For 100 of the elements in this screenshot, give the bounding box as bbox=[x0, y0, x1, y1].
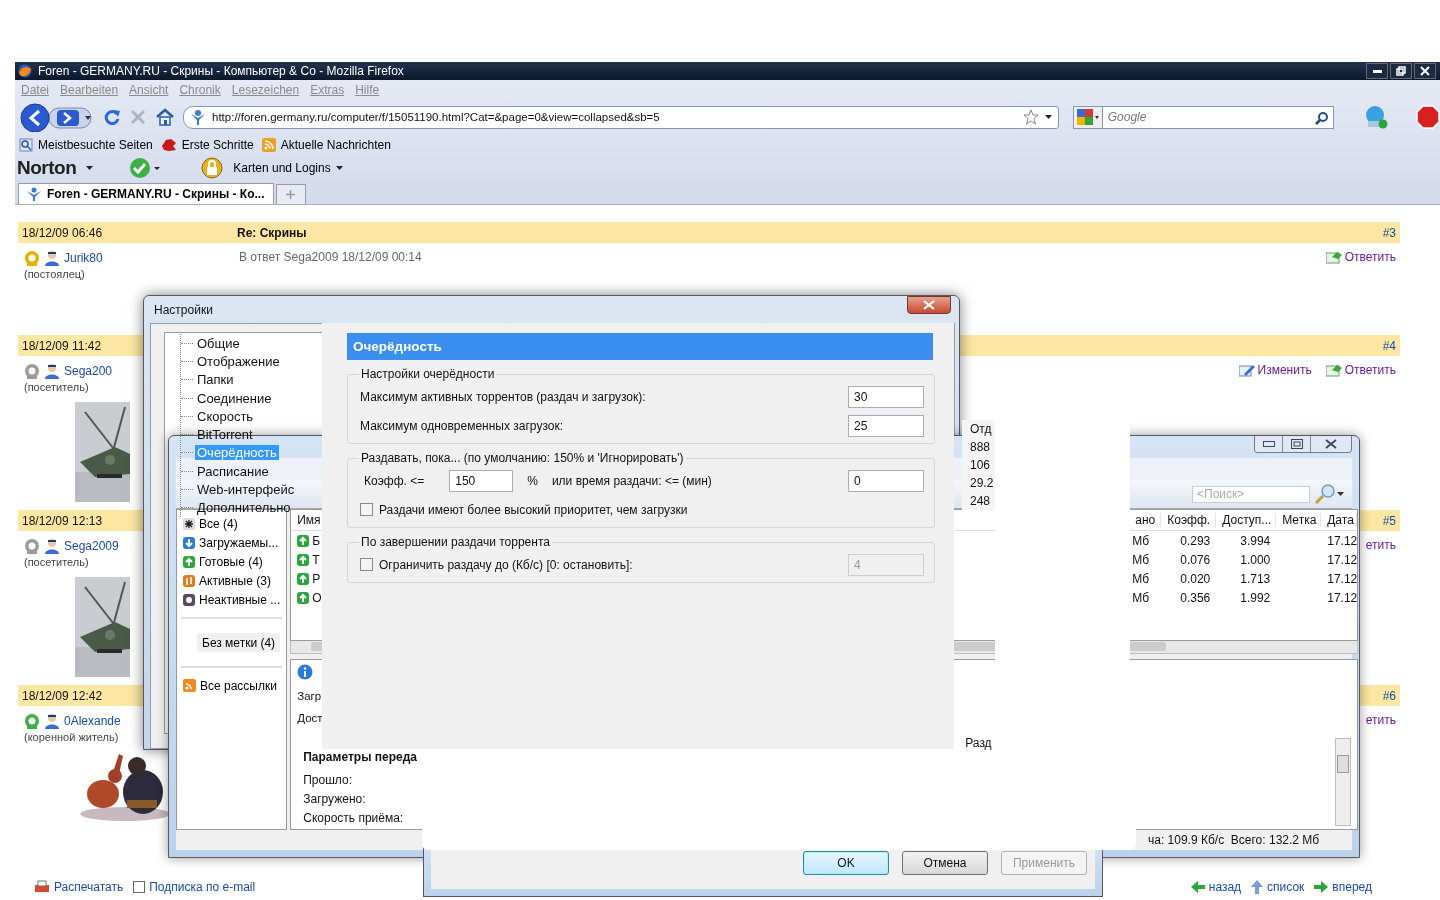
detail-label: Скорость приёма: bbox=[303, 811, 405, 825]
category-item[interactable]: Неактивные ... bbox=[177, 590, 287, 609]
maximize-button[interactable] bbox=[1283, 436, 1311, 452]
back-forward-icon[interactable] bbox=[19, 102, 95, 132]
post-date: 18/12/09 12:13 bbox=[22, 513, 103, 528]
close-button[interactable] bbox=[1311, 436, 1351, 452]
tree-item[interactable]: Отображение bbox=[195, 353, 282, 369]
username-link[interactable]: Sega2009 bbox=[64, 539, 119, 553]
globe-icon bbox=[18, 64, 32, 78]
category-item[interactable]: Все рассылки bbox=[177, 676, 287, 695]
post-action-link[interactable]: етить bbox=[1365, 713, 1396, 727]
home-icon[interactable] bbox=[155, 108, 175, 126]
browser-tab[interactable]: Foren - GERMANY.RU - Скрины - Ко... bbox=[18, 183, 274, 204]
category-item[interactable]: Без метки (4) bbox=[197, 633, 281, 652]
close-icon bbox=[923, 300, 935, 310]
post-action-link[interactable]: етить bbox=[1365, 538, 1396, 552]
table-cell-text: 248 bbox=[970, 494, 992, 508]
category-item[interactable]: Загружаемы... bbox=[177, 533, 287, 552]
logins-menu[interactable]: Karten und Logins bbox=[201, 157, 343, 179]
footer-link[interactable]: список bbox=[1251, 880, 1305, 894]
username-link[interactable]: Jurik80 bbox=[64, 251, 103, 265]
close-icon bbox=[1420, 66, 1430, 76]
restore-button[interactable] bbox=[1390, 63, 1412, 79]
column-header[interactable]: Дата bbox=[1321, 513, 1358, 527]
close-button[interactable] bbox=[907, 296, 951, 314]
panel-tab[interactable]: Разд bbox=[965, 736, 992, 750]
footer-link[interactable]: назад bbox=[1190, 880, 1242, 894]
speech-bubble-icon[interactable] bbox=[1364, 105, 1389, 129]
right-arrow-icon bbox=[1314, 881, 1329, 893]
post-action-link[interactable]: Ответить bbox=[1325, 363, 1396, 377]
checkbox[interactable] bbox=[360, 503, 373, 516]
pencil-icon bbox=[1238, 363, 1255, 377]
search-field[interactable]: Google bbox=[1102, 105, 1335, 129]
tree-item[interactable]: Папки bbox=[195, 372, 236, 388]
user-icon bbox=[44, 538, 60, 554]
number-field[interactable]: 25 bbox=[848, 414, 924, 437]
column-header[interactable]: Коэфф. bbox=[1161, 513, 1217, 527]
up-arrow-icon bbox=[297, 591, 310, 604]
category-item[interactable]: Активные (3) bbox=[177, 571, 287, 590]
post-number[interactable]: #4 bbox=[1382, 338, 1396, 353]
detail-label: Дост bbox=[297, 712, 324, 724]
up-arrow-icon bbox=[297, 553, 310, 566]
number-field[interactable]: 30 bbox=[848, 385, 924, 408]
printer-icon bbox=[34, 880, 50, 894]
column-header[interactable]: Доступ... bbox=[1216, 513, 1277, 527]
down-arrow-icon bbox=[183, 536, 195, 549]
category-item[interactable]: Готовые (4) bbox=[177, 552, 287, 571]
table-cell-text: 1.000 bbox=[1239, 552, 1272, 567]
toolbar-logo[interactable]: Norton bbox=[17, 157, 77, 179]
footer-link[interactable]: Подписка по e-mail bbox=[133, 880, 256, 894]
check-mark-icon[interactable] bbox=[129, 157, 162, 179]
table-cell-text: 0.293 bbox=[1179, 533, 1212, 548]
minimize-button[interactable] bbox=[1255, 436, 1283, 452]
post-date: 18/12/09 06:46 bbox=[22, 225, 103, 240]
post-number[interactable]: #5 bbox=[1382, 513, 1396, 528]
dialog-button[interactable]: Отмена bbox=[902, 850, 988, 875]
post-number[interactable]: #3 bbox=[1382, 225, 1396, 240]
bookmark[interactable]: Erste Schritte bbox=[160, 138, 254, 152]
unit-label: % bbox=[527, 473, 538, 488]
tree-item[interactable]: Дополнительно bbox=[195, 500, 293, 516]
tree-item[interactable]: Расписание bbox=[195, 463, 271, 479]
dropdown-icon bbox=[335, 166, 343, 170]
minimize-button[interactable] bbox=[1366, 63, 1388, 79]
restore-icon bbox=[1396, 66, 1406, 76]
tree-item[interactable]: Общие bbox=[195, 335, 242, 351]
close-button[interactable] bbox=[1414, 63, 1436, 79]
column-header[interactable]: Метка bbox=[1276, 513, 1322, 527]
table-cell-text: 106 bbox=[970, 458, 992, 472]
table-cell-text: 17.12 bbox=[1326, 590, 1358, 605]
tree-item[interactable]: Скорость bbox=[195, 408, 256, 424]
dialog-button[interactable]: OK bbox=[803, 850, 889, 875]
post-number[interactable]: #6 bbox=[1382, 688, 1396, 703]
tree-item[interactable]: Web-интерфейс bbox=[195, 482, 297, 497]
address-bar[interactable]: http://foren.germany.ru/computer/f/15051190.html?Cat=&page=0&view=collapsed&sb=5 bbox=[183, 105, 1059, 129]
footer-link[interactable]: Распечатать bbox=[34, 880, 124, 894]
post-action-link[interactable]: Ответить bbox=[1325, 250, 1396, 264]
search-engine-button[interactable] bbox=[1072, 105, 1103, 129]
post-date: 18/12/09 12:42 bbox=[22, 688, 103, 703]
category-item[interactable]: Все (4) bbox=[177, 514, 287, 533]
number-field[interactable]: 150 bbox=[449, 469, 514, 492]
search-icon[interactable] bbox=[1315, 110, 1330, 125]
table-cell-text: 17.12 bbox=[1326, 571, 1358, 586]
post-action-link[interactable]: Изменить bbox=[1238, 363, 1312, 377]
stop-sign-icon[interactable] bbox=[1416, 105, 1440, 129]
search-field[interactable]: <Поиск> bbox=[1192, 485, 1310, 503]
user-rank: (постоялец) bbox=[24, 268, 85, 280]
scrollbar[interactable] bbox=[1335, 738, 1352, 826]
footer-link[interactable]: вперед bbox=[1314, 880, 1372, 894]
bookmark[interactable]: Aktuelle Nachrichten bbox=[261, 138, 391, 152]
username-link[interactable]: Sega200 bbox=[64, 364, 113, 378]
search-icon[interactable] bbox=[1314, 483, 1344, 505]
username-link[interactable]: 0Alexande bbox=[64, 714, 121, 728]
info-icon bbox=[297, 664, 314, 680]
minimize-icon bbox=[1372, 69, 1382, 73]
section-title: Параметры переда bbox=[303, 750, 417, 764]
reload-icon[interactable] bbox=[103, 108, 121, 126]
tree-item[interactable]: Соединение bbox=[195, 390, 274, 406]
up-arrow-icon bbox=[1251, 880, 1264, 894]
bookmark[interactable]: Meistbesuchte Seiten bbox=[19, 138, 153, 152]
number-field[interactable]: 0 bbox=[848, 469, 924, 492]
